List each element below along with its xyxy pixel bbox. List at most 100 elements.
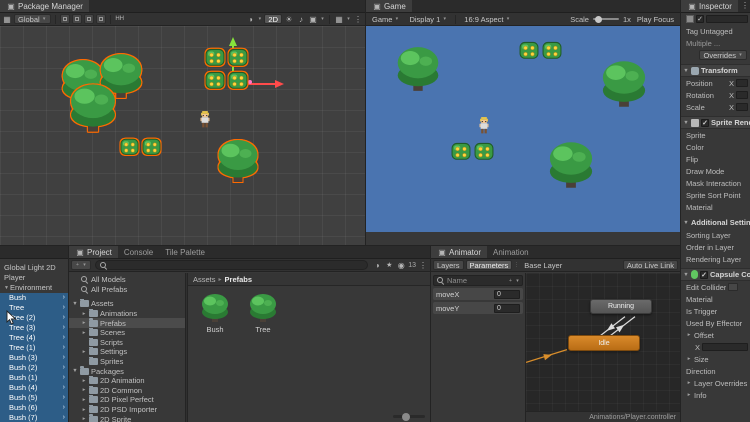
scale-slider[interactable] bbox=[593, 18, 619, 20]
fold-arrow-icon[interactable]: ▼ bbox=[72, 368, 78, 374]
state-node-running[interactable]: Running bbox=[590, 299, 652, 314]
player-sprite[interactable] bbox=[196, 106, 214, 133]
property-mask-interaction[interactable]: Mask Interaction bbox=[681, 177, 750, 189]
prefab-open-arrow-icon[interactable]: › bbox=[63, 393, 65, 403]
project-folder-settings[interactable]: ▸Settings bbox=[69, 347, 185, 357]
parameter-value-field[interactable]: 0 bbox=[494, 290, 520, 299]
player-sprite[interactable] bbox=[475, 112, 493, 139]
bush-sprite[interactable] bbox=[227, 69, 249, 91]
tree-sprite[interactable] bbox=[545, 138, 597, 192]
property-material[interactable]: Material bbox=[681, 293, 750, 305]
component-header-additional-settings[interactable]: ▼Additional Settings bbox=[681, 216, 750, 229]
property-draw-mode[interactable]: Draw Mode bbox=[681, 165, 750, 177]
value-field[interactable] bbox=[736, 91, 748, 99]
property-material[interactable]: Material bbox=[681, 201, 750, 213]
property-color[interactable]: Color bbox=[681, 141, 750, 153]
tree-sprite[interactable] bbox=[598, 57, 650, 111]
fold-arrow-icon[interactable]: ▸ bbox=[81, 378, 87, 384]
fold-arrow-icon[interactable]: ▼ bbox=[72, 301, 78, 307]
bush-sprite[interactable] bbox=[518, 39, 540, 61]
asset-tree[interactable]: Tree bbox=[244, 292, 282, 334]
prefab-open-arrow-icon[interactable]: › bbox=[63, 373, 65, 383]
fold-arrow-icon[interactable]: ▸ bbox=[81, 387, 87, 393]
hierarchy-item-player[interactable]: Player bbox=[0, 273, 68, 283]
project-search-input[interactable] bbox=[95, 260, 368, 270]
breadcrumb-assets[interactable]: Assets bbox=[193, 275, 216, 284]
parameter-search-input[interactable]: Name bbox=[433, 275, 523, 286]
tab-game[interactable]: Game bbox=[366, 0, 412, 12]
scene-viewport[interactable] bbox=[0, 26, 365, 245]
property-flip[interactable]: Flip bbox=[681, 153, 750, 165]
fold-arrow-icon[interactable]: ▸ bbox=[81, 349, 87, 355]
project-menu-icon[interactable] bbox=[418, 260, 428, 270]
search-by-type-icon[interactable] bbox=[372, 260, 382, 270]
hierarchy-item-bush-2[interactable]: Bush (2)› bbox=[0, 363, 68, 373]
tab-console[interactable]: Console bbox=[118, 246, 159, 258]
hierarchy-item-tree-1[interactable]: Tree (1)› bbox=[0, 343, 68, 353]
property-is-trigger[interactable]: Is Trigger bbox=[681, 305, 750, 317]
bush-sprite[interactable] bbox=[141, 136, 162, 157]
overflow-menu-icon[interactable] bbox=[353, 14, 363, 24]
pivot-dropdown[interactable]: Global bbox=[14, 14, 51, 24]
property-size[interactable]: ▸Size bbox=[681, 353, 750, 365]
hidden-count-eye-icon[interactable] bbox=[396, 260, 406, 270]
game-view-menu[interactable]: Game bbox=[368, 14, 403, 24]
tab-inspector[interactable]: Inspector bbox=[681, 0, 738, 12]
component-header-capsule-collider-2d[interactable]: ▼✓Capsule Collider 2D bbox=[681, 268, 750, 281]
project-folder-2d-sprite[interactable]: ▸2D Sprite bbox=[69, 414, 185, 422]
component-header-sprite-renderer[interactable]: ▼✓Sprite Renderer bbox=[681, 116, 750, 129]
prefab-open-arrow-icon[interactable]: › bbox=[63, 363, 65, 373]
property-sorting-layer[interactable]: Sorting Layer bbox=[681, 229, 750, 241]
property-direction[interactable]: Direction bbox=[681, 365, 750, 377]
tab-animation[interactable]: Animation bbox=[487, 246, 535, 258]
hierarchy-item-bush-7[interactable]: Bush (7)› bbox=[0, 413, 68, 422]
prefab-open-arrow-icon[interactable]: › bbox=[63, 323, 65, 333]
property-used-by-effector[interactable]: Used By Effector bbox=[681, 317, 750, 329]
tree-sprite[interactable] bbox=[393, 43, 443, 95]
project-folder-animations[interactable]: ▸Animations bbox=[69, 309, 185, 319]
tab-package-manager[interactable]: Package Manager bbox=[0, 0, 89, 12]
state-node-idle[interactable]: Idle bbox=[568, 335, 640, 351]
prefab-open-arrow-icon[interactable]: › bbox=[63, 353, 65, 363]
component-header-transform[interactable]: ▼Transform bbox=[681, 64, 750, 77]
prefab-open-arrow-icon[interactable]: › bbox=[63, 313, 65, 323]
project-folder-2d-animation[interactable]: ▸2D Animation bbox=[69, 376, 185, 386]
fold-arrow-icon[interactable]: ▸ bbox=[81, 330, 87, 336]
component-enabled-checkbox[interactable]: ✓ bbox=[701, 119, 709, 127]
parameter-value-field[interactable]: 0 bbox=[494, 304, 520, 313]
project-folder-prefabs[interactable]: ▸Prefabs bbox=[69, 318, 185, 328]
mode-2d-toggle[interactable]: 2D bbox=[264, 14, 282, 24]
parameter-movex[interactable]: moveX0 bbox=[433, 288, 523, 300]
parameter-movey[interactable]: moveY0 bbox=[433, 302, 523, 314]
project-folder-2d-psd-importer[interactable]: ▸2D PSD Importer bbox=[69, 405, 185, 415]
create-asset-button[interactable] bbox=[71, 260, 91, 270]
hierarchy-item-bush-1[interactable]: Bush (1)› bbox=[0, 373, 68, 383]
project-folder-2d-pixel-perfect[interactable]: ▸2D Pixel Perfect bbox=[69, 395, 185, 405]
add-parameter-icon[interactable] bbox=[508, 276, 513, 286]
property-edit-collider[interactable]: Edit Collider bbox=[681, 281, 750, 293]
rotate-tool-icon[interactable] bbox=[84, 14, 94, 24]
bush-sprite[interactable] bbox=[541, 39, 563, 61]
fold-arrow-icon[interactable]: ▸ bbox=[686, 380, 692, 386]
fold-arrow-icon[interactable]: ▸ bbox=[81, 407, 87, 413]
asset-bush[interactable]: Bush bbox=[196, 292, 234, 334]
prefab-open-arrow-icon[interactable]: › bbox=[63, 293, 65, 303]
tree-sprite[interactable] bbox=[214, 136, 262, 186]
project-folder-2d-common[interactable]: ▸2D Common bbox=[69, 386, 185, 396]
hierarchy-item-bush-6[interactable]: Bush (6)› bbox=[0, 403, 68, 413]
play-focus-dropdown[interactable]: Play Focus bbox=[633, 14, 678, 24]
project-folder-scripts[interactable]: Scripts bbox=[69, 338, 185, 348]
gizmos-grid-icon[interactable] bbox=[334, 14, 344, 24]
parameters-tab-button[interactable]: Parameters bbox=[466, 260, 513, 270]
inspector-menu-icon[interactable] bbox=[740, 0, 750, 10]
scene-audio-icon[interactable] bbox=[296, 14, 306, 24]
move-tool-icon[interactable] bbox=[60, 14, 70, 24]
property-scale[interactable]: ScaleX bbox=[681, 101, 750, 113]
value-field[interactable] bbox=[736, 103, 748, 111]
hierarchy-item-bush-3[interactable]: Bush (3)› bbox=[0, 353, 68, 363]
prefab-open-arrow-icon[interactable]: › bbox=[63, 413, 65, 422]
tag-dropdown[interactable]: Untagged bbox=[700, 27, 733, 36]
property-sprite[interactable]: Sprite bbox=[681, 129, 750, 141]
hierarchy-item-tree-4[interactable]: Tree (4)› bbox=[0, 333, 68, 343]
fold-arrow-icon[interactable]: ▼ bbox=[683, 220, 689, 226]
